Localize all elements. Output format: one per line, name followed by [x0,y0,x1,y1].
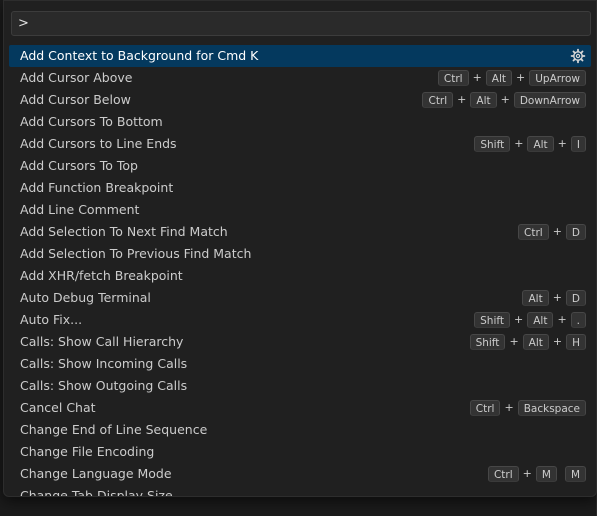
command-item[interactable]: Add Line Comment [9,199,591,221]
command-item[interactable]: Add Cursors to Line Ends Shift + Alt + I [9,133,591,155]
key-cap: DownArrow [513,92,586,108]
key-plus-separator: + [504,401,514,414]
key-plus-separator: + [509,335,519,348]
command-item-label: Change Language Mode [20,466,172,481]
gear-icon[interactable] [570,48,586,64]
key-cap: Ctrl [437,70,469,86]
key-plus-separator: + [516,71,526,84]
command-item[interactable]: Add Cursor Below Ctrl + Alt + DownArrow [9,89,591,111]
command-item-label: Auto Fix... [20,312,83,327]
key-cap: I [570,136,586,152]
key-plus-separator: + [457,93,467,106]
command-item-label: Auto Debug Terminal [20,290,151,305]
command-item[interactable]: Cancel Chat Ctrl + Backspace [9,397,591,419]
command-item[interactable]: Calls: Show Outgoing Calls [9,375,591,397]
command-item[interactable]: Add Cursors To Top [9,155,591,177]
key-cap: M [564,466,586,482]
key-cap: Shift [469,334,506,350]
command-item[interactable]: Add Selection To Previous Find Match [9,243,591,265]
command-item[interactable]: Change Tab Display Size [9,485,591,497]
command-palette: Add Context to Background for Cmd K Add C… [3,0,597,497]
command-item-label: Calls: Show Outgoing Calls [20,378,188,393]
keybinding: Ctrl + Alt + DownArrow [422,92,586,108]
key-cap: Ctrl [518,224,549,240]
keybinding: Shift + Alt +. [474,312,586,328]
command-item-label: Add Cursors To Bottom [20,114,163,129]
key-cap: Ctrl [487,466,519,482]
key-cap: Alt [527,312,554,328]
key-cap: D [565,290,586,306]
keybinding: Ctrl + Backspace [469,400,586,416]
command-item-label: Cancel Chat [20,400,96,415]
command-item[interactable]: Add Cursor Above Ctrl + Alt + UpArrow [9,67,591,89]
command-item-label: Add Cursor Below [20,92,131,107]
command-item[interactable]: Auto Fix... Shift + Alt +. [9,309,591,331]
key-plus-separator: + [552,225,562,238]
command-item[interactable]: Add Selection To Next Find Match Ctrl + D [9,221,591,243]
command-item-label: Add Selection To Next Find Match [20,224,228,239]
command-item-label: Add Context to Background for Cmd K [20,48,259,63]
command-item[interactable]: Add Function Breakpoint [9,177,591,199]
command-item[interactable]: Calls: Show Incoming Calls [9,353,591,375]
keybinding: Ctrl + D [518,224,586,240]
key-cap: Shift [474,136,511,152]
command-item-label: Change File Encoding [20,444,155,459]
command-item[interactable]: Change File Encoding [9,441,591,463]
key-cap: Alt [527,136,554,152]
key-cap: Backspace [517,400,586,416]
command-item-label: Calls: Show Call Hierarchy [20,334,184,349]
key-plus-separator: + [514,313,524,326]
key-cap: M [535,466,557,482]
command-item[interactable]: Add Context to Background for Cmd K [9,45,591,67]
command-item[interactable]: Change End of Line Sequence [9,419,591,441]
key-plus-separator: + [472,71,482,84]
key-cap: D [565,224,586,240]
command-item-label: Add Selection To Previous Find Match [20,246,252,261]
command-item[interactable]: Change Language Mode Ctrl + M M [9,463,591,485]
key-plus-separator: + [500,93,510,106]
command-item-label: Calls: Show Incoming Calls [20,356,188,371]
key-plus-separator: + [514,137,524,150]
keybinding: Alt + D [522,290,586,306]
key-plus-separator: + [557,313,567,326]
key-plus-separator: + [557,137,567,150]
keybinding: Shift + Alt + I [474,136,586,152]
command-item-label: Add Function Breakpoint [20,180,174,195]
command-item[interactable]: Add Cursors To Bottom [9,111,591,133]
command-list: Add Context to Background for Cmd K Add C… [9,45,591,497]
command-input[interactable] [12,12,590,35]
key-cap: Shift [474,312,510,328]
command-item-label: Add Cursors To Top [20,158,138,173]
command-item-label: Add Cursor Above [20,70,133,85]
key-plus-separator: + [552,291,562,304]
key-cap: H [566,334,586,350]
command-item-label: Add XHR/fetch Breakpoint [20,268,183,283]
command-item-label: Add Line Comment [20,202,140,217]
command-item[interactable]: Calls: Show Call Hierarchy Shift + Alt + H [9,331,591,353]
key-cap: Alt [485,70,513,86]
key-plus-separator: + [522,467,532,480]
key-cap: . [570,312,586,328]
command-item[interactable]: Add XHR/fetch Breakpoint [9,265,591,287]
command-item-label: Add Cursors to Line Ends [20,136,177,151]
key-cap: Ctrl [422,92,454,108]
command-input-box[interactable] [11,11,591,36]
command-item[interactable]: Auto Debug Terminal Alt + D [9,287,591,309]
keybinding: Ctrl + M M [487,466,586,482]
keybinding: Shift + Alt + H [469,334,586,350]
key-cap: Alt [470,92,497,108]
keybinding: Ctrl + Alt + UpArrow [437,70,586,86]
key-cap: Alt [522,290,549,306]
key-cap: Ctrl [469,400,501,416]
command-item-label: Change Tab Display Size [20,488,173,497]
command-item-label: Change End of Line Sequence [20,422,208,437]
key-plus-separator: + [552,335,563,348]
key-cap: UpArrow [529,70,586,86]
key-cap: Alt [522,334,549,350]
